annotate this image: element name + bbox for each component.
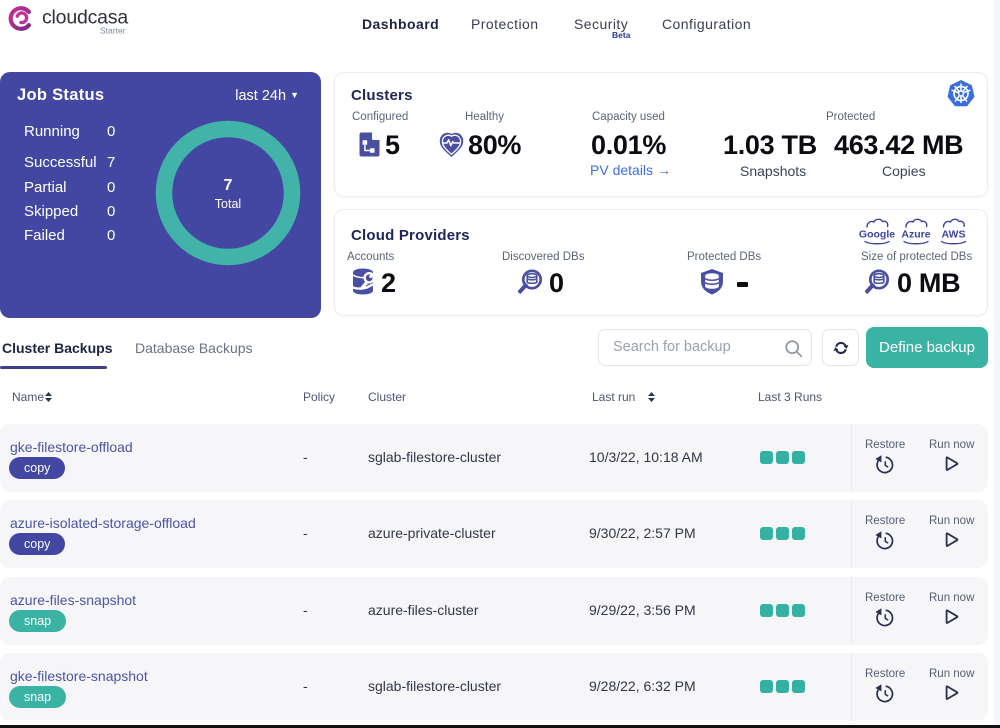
svg-text:Starter: Starter	[100, 26, 126, 36]
svg-text:Azure: Azure	[901, 229, 930, 241]
svg-text:AWS: AWS	[942, 229, 966, 241]
svg-text:Google: Google	[859, 229, 895, 241]
